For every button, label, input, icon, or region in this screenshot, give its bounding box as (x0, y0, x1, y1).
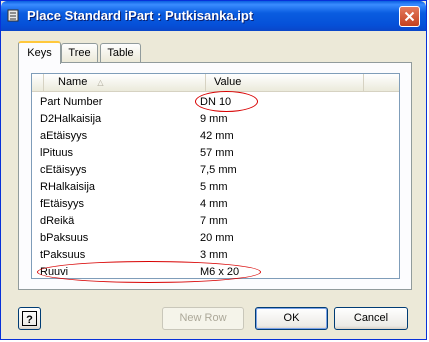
annotation-ellipse-ruuvi (37, 261, 261, 283)
row-name: Part Number (40, 96, 103, 108)
column-header-name-label: Name (58, 76, 88, 88)
row-value: 7 mm (200, 215, 228, 227)
svg-text:?: ? (26, 314, 33, 326)
row-value: 9 mm (200, 113, 228, 125)
close-button[interactable] (399, 6, 420, 27)
table-row[interactable]: RHalkaisija 5 mm (32, 179, 399, 196)
ok-button[interactable]: OK (255, 307, 328, 330)
tab-tree[interactable]: Tree (61, 43, 98, 62)
column-header-value-label: Value (214, 76, 242, 88)
sort-ascending-icon: △ (97, 78, 104, 87)
table-row[interactable]: lPituus 57 mm (32, 145, 399, 162)
table-row[interactable]: aEtäisyys 42 mm (32, 128, 399, 145)
table-row[interactable]: D2Halkaisija 9 mm (32, 111, 399, 128)
row-name: fEtäisyys (40, 198, 85, 210)
row-name: aEtäisyys (40, 130, 88, 142)
tab-table[interactable]: Table (100, 43, 141, 62)
row-value: 20 mm (200, 232, 234, 244)
row-value: 5 mm (200, 181, 228, 193)
new-row-button[interactable]: New Row (162, 307, 244, 330)
close-icon (404, 11, 415, 22)
table-row[interactable]: dReikä 7 mm (32, 213, 399, 230)
header-spacer (32, 74, 44, 91)
help-button[interactable]: ? (18, 307, 41, 330)
ipart-icon (7, 9, 19, 22)
dialog-window: Place Standard iPart : Putkisanka.ipt Ke… (0, 0, 427, 340)
title-bar[interactable]: Place Standard iPart : Putkisanka.ipt (1, 1, 426, 31)
tab-keys[interactable]: Keys (18, 41, 61, 64)
annotation-ellipse-part-number (195, 91, 258, 112)
table-row[interactable]: bPaksuus 20 mm (32, 230, 399, 247)
table-row[interactable]: tPaksuus 3 mm (32, 247, 399, 264)
row-value: 57 mm (200, 147, 234, 159)
cancel-button[interactable]: Cancel (334, 307, 408, 330)
column-header-value[interactable]: Value (206, 74, 364, 91)
row-name: D2Halkaisija (40, 113, 102, 125)
window-title: Place Standard iPart : Putkisanka.ipt (27, 8, 254, 23)
row-name: RHalkaisija (40, 181, 96, 193)
row-name: lPituus (40, 147, 74, 159)
row-value: 7,5 mm (200, 164, 237, 176)
row-name: tPaksuus (40, 249, 86, 261)
row-name: cEtäisyys (40, 164, 87, 176)
row-value: 4 mm (200, 198, 228, 210)
table-row[interactable]: cEtäisyys 7,5 mm (32, 162, 399, 179)
row-name: bPaksuus (40, 232, 89, 244)
list-header: Name △ Value (32, 74, 399, 92)
row-value: 42 mm (200, 130, 234, 142)
row-name: dReikä (40, 215, 75, 227)
column-header-name[interactable]: Name △ (44, 74, 206, 91)
help-icon: ? (22, 311, 37, 326)
table-row[interactable]: fEtäisyys 4 mm (32, 196, 399, 213)
